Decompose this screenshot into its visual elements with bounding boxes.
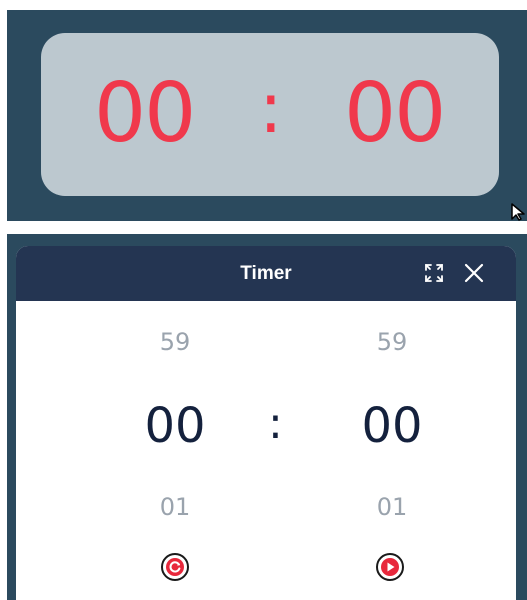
timer-dialog: Timer 59 00 01 : 59 00 01 — [16, 246, 516, 600]
timer-dialog-frame: Timer 59 00 01 : 59 00 01 — [7, 234, 527, 600]
dialog-header: Timer — [16, 246, 516, 301]
cursor-icon — [511, 203, 525, 221]
play-icon[interactable] — [375, 552, 405, 582]
minutes-previous[interactable]: 59 — [115, 328, 235, 356]
display-separator: : — [259, 67, 283, 149]
reset-icon[interactable] — [160, 552, 190, 582]
timer-display-card: 00 : 00 — [41, 33, 499, 196]
time-separator: : — [268, 398, 283, 449]
timer-display-panel: 00 : 00 — [7, 10, 527, 221]
display-minutes: 00 — [94, 66, 196, 161]
fullscreen-icon[interactable] — [424, 263, 444, 283]
minutes-next[interactable]: 01 — [115, 493, 235, 521]
close-icon[interactable] — [463, 262, 485, 284]
minutes-current[interactable]: 00 — [115, 398, 235, 454]
display-seconds: 00 — [344, 66, 446, 161]
seconds-next[interactable]: 01 — [332, 493, 452, 521]
seconds-previous[interactable]: 59 — [332, 328, 452, 356]
seconds-current[interactable]: 00 — [332, 398, 452, 454]
